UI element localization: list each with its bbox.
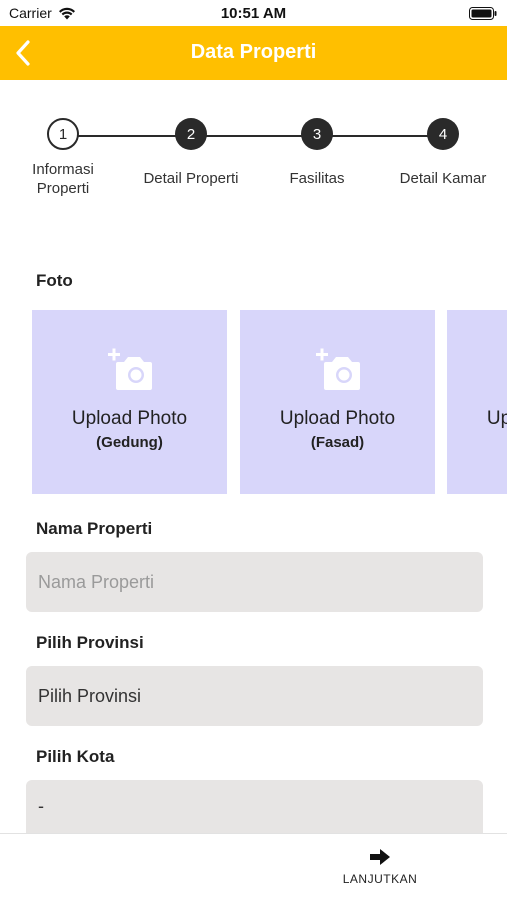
pilih-provinsi-value: Pilih Provinsi [38, 685, 142, 706]
photo-upload-carousel[interactable]: Upload Photo (Gedung) Upload Photo (Fasa… [0, 310, 507, 494]
add-photo-icon [107, 348, 152, 390]
pilih-kota-label: Pilih Kota [36, 747, 115, 766]
status-time: 10:51 AM [220, 5, 287, 22]
upload-photo-title: Upload Photo [486, 408, 507, 429]
arrow-right-icon [370, 849, 390, 865]
upload-photo-subtitle: (Fasad) [310, 434, 365, 451]
pilih-provinsi-label: Pilih Provinsi [36, 633, 144, 652]
step-detail-kamar[interactable]: 4 Detail Kamar [378, 118, 507, 188]
upload-photo-card-3[interactable]: Upload Photo [447, 310, 507, 494]
upload-photo-gedung-card[interactable]: Upload Photo (Gedung) [32, 310, 227, 494]
app-header: Data Properti [0, 26, 507, 80]
lanjutkan-button[interactable]: LANJUTKAN [330, 848, 430, 892]
pilih-kota-value: - [38, 796, 44, 816]
pilih-provinsi-select[interactable]: Pilih Provinsi [26, 666, 483, 726]
nama-properti-label: Nama Properti [36, 519, 153, 538]
step-fasilitas[interactable]: 3 Fasilitas [252, 118, 382, 188]
bottom-action-bar: LANJUTKAN [0, 833, 507, 900]
step-informasi-properti[interactable]: 1 Informasi Properti [0, 118, 128, 198]
step-label: Detail Properti [143, 170, 239, 187]
step-number: 3 [301, 118, 333, 150]
battery-icon [469, 7, 497, 20]
add-photo-icon [315, 348, 360, 390]
step-label: Fasilitas [289, 170, 345, 187]
lanjutkan-label: LANJUTKAN [342, 872, 418, 886]
upload-photo-subtitle: (Gedung) [96, 434, 163, 451]
upload-photo-fasad-card[interactable]: Upload Photo (Fasad) [240, 310, 435, 494]
nama-properti-field[interactable] [26, 552, 483, 612]
page-title: Data Properti [190, 41, 317, 63]
step-label: Detail Kamar [399, 170, 487, 187]
status-bar: Carrier 10:51 AM [0, 0, 507, 26]
step-detail-properti[interactable]: 2 Detail Properti [126, 118, 256, 188]
upload-photo-title: Upload Photo [279, 408, 396, 429]
pilih-kota-select[interactable]: - [26, 780, 483, 833]
upload-photo-title: Upload Photo [71, 408, 188, 429]
nama-properti-input[interactable] [38, 552, 471, 612]
foto-label: Foto [36, 271, 73, 290]
step-number: 1 [47, 118, 79, 150]
step-label: Informasi Properti [32, 161, 94, 197]
step-number: 4 [427, 118, 459, 150]
step-number: 2 [175, 118, 207, 150]
progress-stepper: 1 Informasi Properti 2 Detail Properti 3… [0, 118, 507, 208]
